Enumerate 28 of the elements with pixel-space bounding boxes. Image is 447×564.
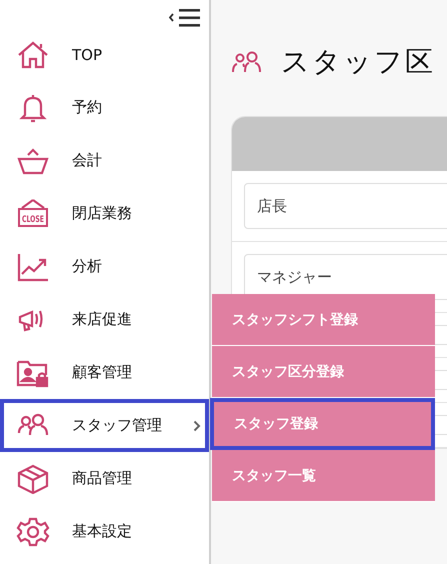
sidebar-item[interactable]: 商品管理: [0, 452, 209, 505]
sidebar-item[interactable]: CLOSE 閉店業務: [0, 187, 209, 240]
menu-label: 分析: [72, 257, 103, 276]
sidebar-item[interactable]: 分析: [0, 240, 209, 293]
menu-label: 基本設定: [72, 522, 133, 541]
gear-icon: [16, 516, 50, 546]
sidebar-item[interactable]: 顧客管理: [0, 346, 209, 399]
menu-label: 閉店業務: [72, 204, 133, 223]
box-icon: [16, 464, 50, 494]
sidebar-item[interactable]: 来店促進: [0, 293, 209, 346]
menu-label: TOP: [72, 46, 104, 64]
sidebar-item[interactable]: 会計: [0, 134, 209, 187]
chart-icon: [16, 252, 50, 282]
menu-label: 来店促進: [72, 310, 133, 329]
menu-label: スタッフ管理: [72, 416, 163, 435]
sidebar-item[interactable]: 予約: [0, 81, 209, 134]
sidebar-item[interactable]: スタッフ管理: [0, 399, 209, 452]
menu-label: 予約: [72, 98, 103, 117]
basket-icon: [16, 146, 50, 176]
menu-label: 会計: [72, 151, 103, 170]
page-title: スタッフ区: [281, 44, 435, 80]
menu-label: 商品管理: [72, 469, 133, 488]
sidebar-item[interactable]: 基本設定: [0, 505, 209, 558]
input-field[interactable]: 店長: [244, 183, 447, 229]
menu-label: 顧客管理: [72, 363, 133, 382]
menu-icon[interactable]: [169, 8, 201, 28]
sidebar-item[interactable]: TOP: [0, 28, 209, 81]
house-icon: [16, 40, 50, 70]
